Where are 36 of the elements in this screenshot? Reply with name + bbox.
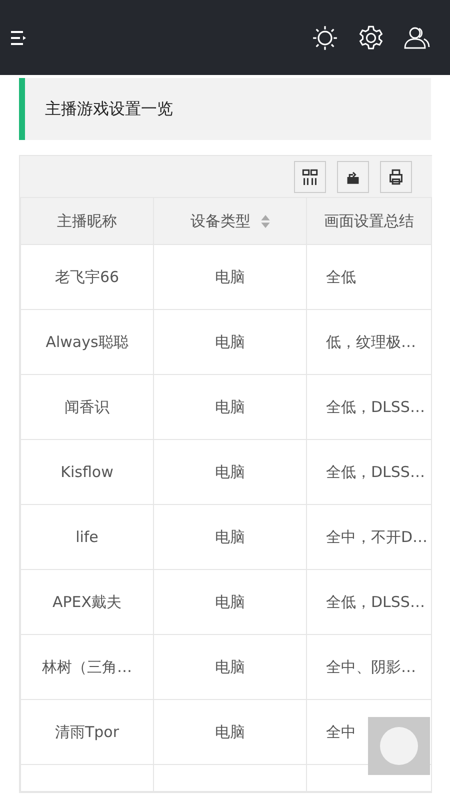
- table-cell: 电脑: [154, 244, 306, 310]
- table-cell: 全中、阴影…: [306, 634, 432, 700]
- table-cell: 全低，DLSS…: [306, 374, 432, 440]
- table-cell: 全中，不开D…: [306, 504, 432, 570]
- settings-icon[interactable]: [358, 24, 384, 50]
- table-cell: 电脑: [154, 374, 306, 440]
- table-cell: 电脑: [154, 634, 306, 700]
- column-header[interactable]: 设备类型: [154, 198, 306, 244]
- table-cell: 全低: [306, 244, 432, 310]
- columns-icon: [302, 168, 318, 184]
- page-title: 主播游戏设置一览: [45, 98, 173, 120]
- users-icon[interactable]: [404, 24, 430, 50]
- table-cell: 电脑: [154, 504, 306, 570]
- table-cell: 电脑: [154, 310, 306, 374]
- export-button[interactable]: [337, 160, 369, 192]
- table-cell: 老飞宇66: [20, 244, 154, 310]
- column-header: 主播昵称: [20, 198, 154, 244]
- table-cell: 全低，DLSS…: [306, 570, 432, 634]
- table-cell: 闻香识: [20, 374, 154, 440]
- print-button[interactable]: [380, 160, 412, 192]
- table-cell: 林树（三角…: [20, 634, 154, 700]
- column-header: 画面设置总结: [306, 198, 432, 244]
- columns-button[interactable]: [294, 160, 326, 192]
- table-cell: 全低，DLSS…: [306, 440, 432, 504]
- table-cell: 清雨Tpor: [20, 700, 154, 764]
- table-cell: 电脑: [154, 700, 306, 764]
- print-icon: [388, 168, 404, 184]
- table-cell: 电脑: [154, 440, 306, 504]
- table-cell: Always聪聪: [20, 310, 154, 374]
- menu-icon[interactable]: [11, 30, 27, 44]
- table-cell: 电脑: [154, 570, 306, 634]
- table-cell: Kisflow: [20, 440, 154, 504]
- table-cell: APEX戴夫: [20, 570, 154, 634]
- table-cell: life: [20, 504, 154, 570]
- table-cell: 低，纹理极…: [306, 310, 432, 374]
- sun-icon[interactable]: [312, 24, 338, 50]
